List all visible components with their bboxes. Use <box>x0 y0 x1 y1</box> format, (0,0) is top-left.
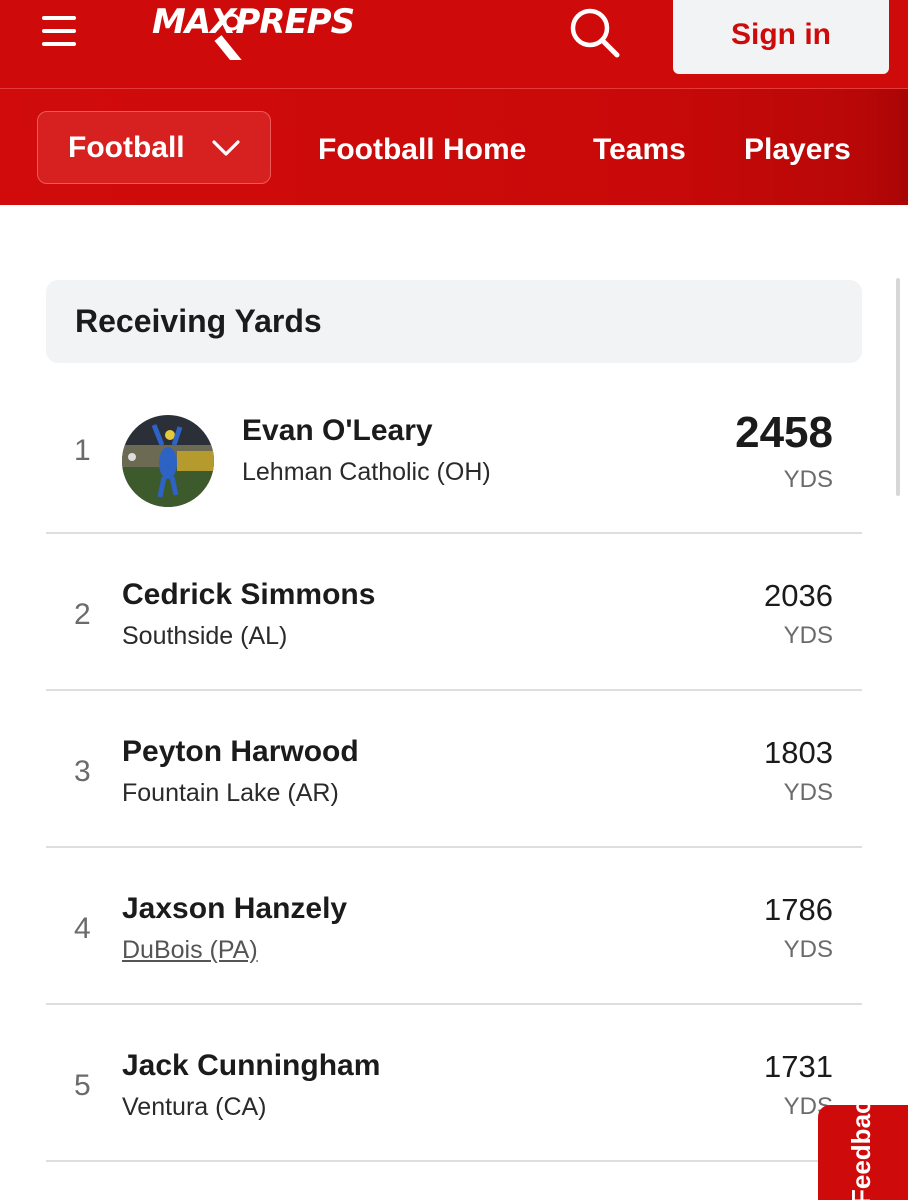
player-name[interactable]: Evan O'Leary <box>242 414 433 448</box>
top-header: MAXPREPS Sign in <box>0 0 908 88</box>
search-icon[interactable] <box>566 4 622 60</box>
stat-value: 2036 <box>764 578 833 613</box>
player-photo <box>122 415 214 507</box>
rank: 3 <box>74 755 91 788</box>
scrollbar[interactable] <box>896 278 900 496</box>
stat-unit: YDS <box>783 622 833 649</box>
nav-football-home[interactable]: Football Home <box>318 133 526 167</box>
school-name[interactable]: Ventura (CA) <box>122 1093 267 1122</box>
stat-value: 1786 <box>764 892 833 927</box>
nav-teams[interactable]: Teams <box>593 133 686 167</box>
table-row[interactable]: 5 Jack Cunningham Ventura (CA) 1731 YDS <box>46 1005 862 1160</box>
stat-unit: YDS <box>783 936 833 963</box>
stat-unit: YDS <box>783 779 833 806</box>
player-name[interactable]: Jack Cunningham <box>122 1049 380 1083</box>
stat-title: Receiving Yards <box>75 303 322 339</box>
menu-icon[interactable] <box>40 14 80 48</box>
leader-row[interactable]: 1 Evan O'Leary Lehman Catholic (OH) 2458… <box>46 396 862 532</box>
school-name[interactable]: Fountain Lake (AR) <box>122 779 339 808</box>
maxpreps-logo[interactable]: MAXPREPS <box>152 0 372 62</box>
table-row[interactable]: 4 Jaxson Hanzely DuBois (PA) 1786 YDS <box>46 848 862 1003</box>
sport-subnav: Football Football Home Teams Players <box>0 88 908 205</box>
nav-players[interactable]: Players <box>744 133 851 167</box>
sign-in-button[interactable]: Sign in <box>673 0 889 74</box>
player-name[interactable]: Peyton Harwood <box>122 735 359 769</box>
table-row[interactable]: 3 Peyton Harwood Fountain Lake (AR) 1803… <box>46 691 862 846</box>
sport-selector-label: Football <box>68 130 185 164</box>
rank: 5 <box>74 1069 91 1102</box>
row-divider <box>46 1160 862 1162</box>
logo-text: MAXPREPS <box>152 2 355 42</box>
feedback-label: Feedback <box>846 1105 876 1200</box>
player-name[interactable]: Cedrick Simmons <box>122 578 375 612</box>
rank: 4 <box>74 912 91 945</box>
rank: 2 <box>74 598 91 631</box>
school-link[interactable]: DuBois (PA) <box>122 936 258 965</box>
player-name[interactable]: Jaxson Hanzely <box>122 892 347 926</box>
stat-unit: YDS <box>783 466 833 493</box>
rank: 1 <box>74 434 91 467</box>
stat-value: 1803 <box>764 735 833 770</box>
sport-selector[interactable]: Football <box>37 111 271 184</box>
stat-value: 1731 <box>764 1049 833 1084</box>
feedback-tab[interactable]: Feedback <box>818 1105 908 1200</box>
school-name[interactable]: Southside (AL) <box>122 622 287 651</box>
logo-x-mark <box>214 13 242 60</box>
stat-card-title: Receiving Yards <box>46 280 862 363</box>
stat-value: 2458 <box>735 408 833 457</box>
school-name[interactable]: Lehman Catholic (OH) <box>242 458 491 487</box>
table-row[interactable]: 2 Cedrick Simmons Southside (AL) 2036 YD… <box>46 534 862 689</box>
chevron-down-icon <box>212 140 240 156</box>
